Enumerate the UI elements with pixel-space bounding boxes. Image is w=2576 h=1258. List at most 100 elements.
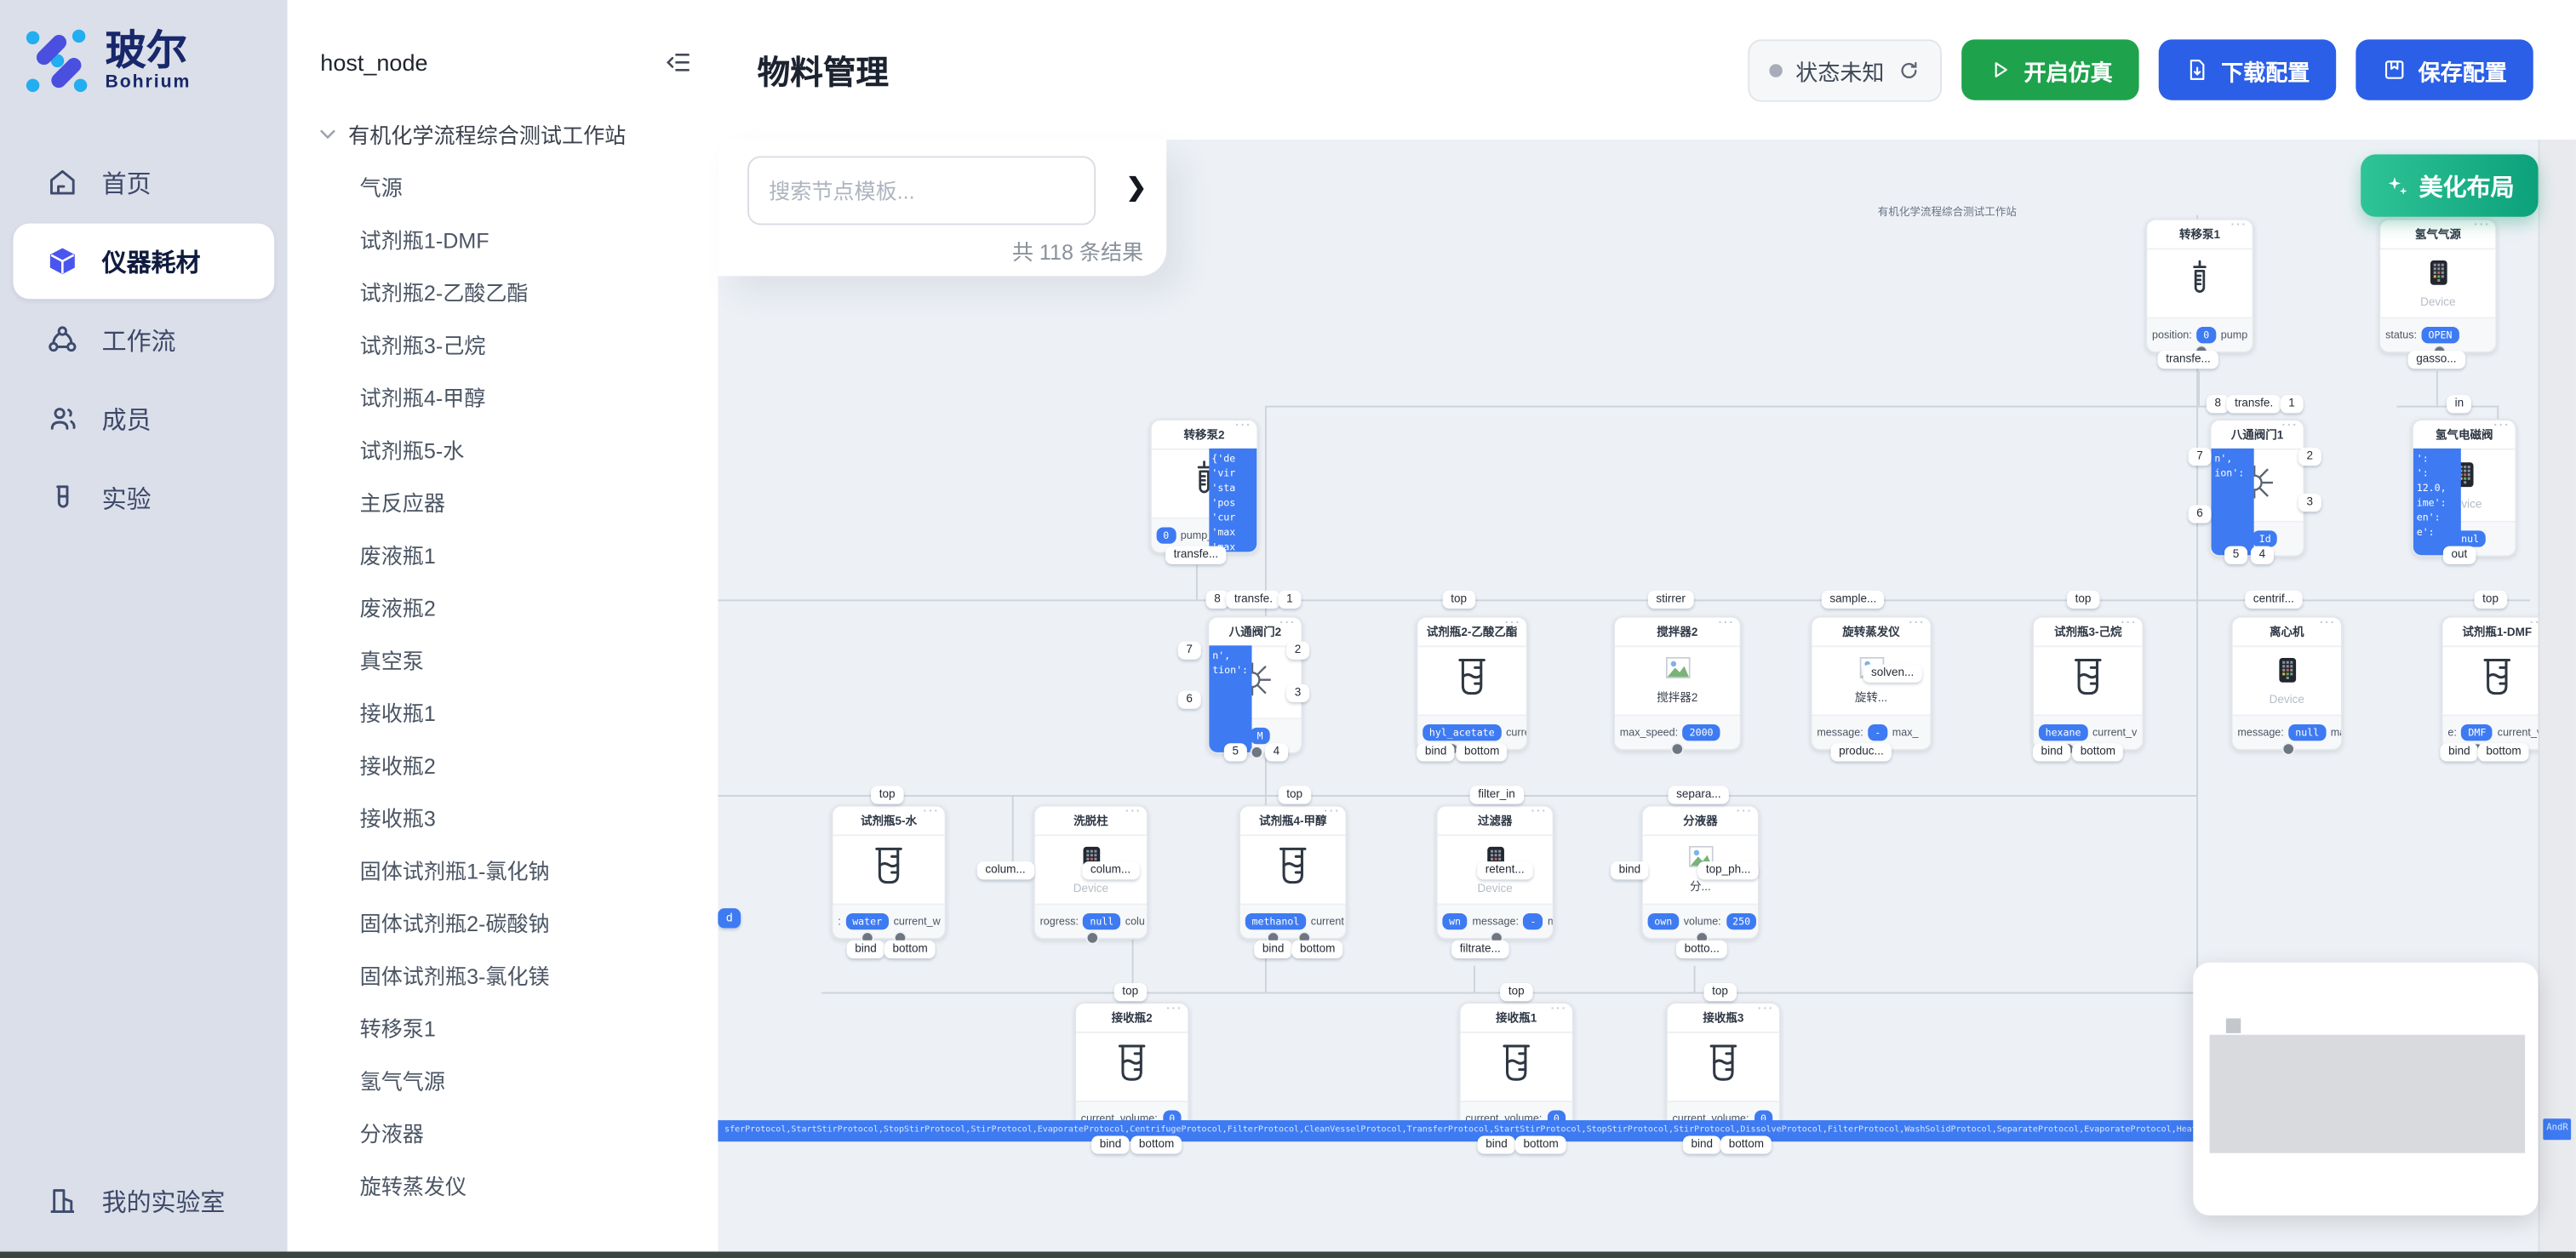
port-label[interactable]: 1 [2281, 395, 2304, 413]
tree-item[interactable]: 接收瓶1 [288, 689, 718, 741]
node-menu-icon[interactable]: ··· [1909, 618, 1925, 630]
search-input[interactable] [747, 156, 1096, 225]
node-transfer-pump-1[interactable]: 转移泵1···position:0pump [2145, 219, 2253, 353]
node-reagent-2[interactable]: 试剂瓶2-乙酸乙酯···hyl_acetatecurre [1416, 616, 1527, 751]
sidebar-item-experiment[interactable]: 实验 [13, 460, 274, 535]
node-menu-icon[interactable]: ··· [2121, 618, 2137, 630]
sidebar-item-home[interactable]: 首页 [13, 145, 274, 220]
port-dot[interactable] [1085, 931, 1098, 944]
port-label[interactable]: bottom [1515, 1135, 1567, 1153]
node-menu-icon[interactable]: ··· [1125, 807, 1142, 819]
port-label[interactable]: bind [1611, 861, 1649, 879]
tree-item[interactable]: 试剂瓶2-乙酸乙酯 [288, 268, 718, 321]
port-label[interactable]: top [1114, 983, 1147, 1001]
refresh-icon[interactable] [1898, 59, 1921, 82]
port-label[interactable]: 1 [1278, 591, 1301, 609]
node-valve-1[interactable]: 八通阀门1···status:Idn', ion': [2210, 419, 2305, 557]
port-label[interactable]: bind [2033, 743, 2071, 761]
port-dot[interactable] [1671, 742, 1684, 755]
status-pill[interactable]: 状态未知 [1748, 38, 1942, 100]
port-label[interactable]: bind [1254, 941, 1292, 958]
port-label[interactable]: top [1703, 983, 1736, 1001]
tree-item[interactable]: 真空泵 [288, 636, 718, 689]
node-receiver-1[interactable]: 接收瓶1···current_volume:0 [1459, 1002, 1574, 1136]
sidebar-item-workflow[interactable]: 工作流 [13, 302, 274, 378]
port-label[interactable]: top [1443, 591, 1475, 609]
node-menu-icon[interactable]: ··· [1279, 618, 1296, 630]
node-menu-icon[interactable]: ··· [2320, 618, 2336, 630]
sidebar-item-members[interactable]: 成员 [13, 381, 274, 457]
tree-item[interactable]: 接收瓶3 [288, 793, 718, 846]
save-config-button[interactable]: 保存配置 [2356, 39, 2533, 100]
port-label[interactable]: bottom [1291, 941, 1343, 958]
node-reagent-1[interactable]: 试剂瓶1-DMF···e:DMFcurrent_vol [2441, 616, 2553, 751]
port-label[interactable]: separa... [1668, 786, 1729, 803]
tree-item[interactable]: 转移泵1 [288, 1004, 718, 1056]
value-badge[interactable]: d [718, 908, 741, 928]
port-label[interactable]: colum... [1082, 861, 1139, 879]
node-centrifuge[interactable]: 离心机···Devicemessage:nullma [2231, 616, 2343, 751]
tree-item[interactable]: 固体试剂瓶1-氯化钠 [288, 846, 718, 899]
tree-item[interactable]: 废液瓶2 [288, 583, 718, 636]
port-label[interactable]: bind [2440, 743, 2478, 761]
port-dot[interactable] [2281, 742, 2294, 755]
port-label[interactable]: top [1279, 786, 1311, 803]
tree-item[interactable]: 固体试剂瓶2-碳酸钠 [288, 899, 718, 952]
port-label[interactable]: 2 [1286, 642, 1309, 660]
port-label[interactable]: 6 [1178, 690, 1201, 708]
node-menu-icon[interactable]: ··· [1235, 420, 1251, 432]
tree-item[interactable]: 氢气气源 [288, 1056, 718, 1109]
node-receiver-3[interactable]: 接收瓶3···current_volume:0 [1666, 1002, 1781, 1136]
node-menu-icon[interactable]: ··· [2231, 220, 2247, 232]
port-label[interactable]: solven... [1863, 665, 1922, 683]
port-label[interactable]: colum... [977, 861, 1034, 879]
node-menu-icon[interactable]: ··· [2474, 220, 2490, 232]
tree-item[interactable]: 试剂瓶1-DMF [288, 215, 718, 268]
port-label[interactable]: bind [1478, 1135, 1516, 1153]
port-label[interactable]: botto... [1676, 941, 1728, 958]
node-menu-icon[interactable]: ··· [2493, 420, 2510, 432]
port-label[interactable]: 7 [1178, 642, 1201, 660]
node-reagent-3[interactable]: 试剂瓶3-己烷···hexanecurrent_v [2032, 616, 2144, 751]
flow-canvas[interactable]: 有机化学流程综合测试工作站 sferProtocol,StartStirProt… [718, 140, 2576, 1251]
tree-item[interactable]: 试剂瓶3-己烷 [288, 320, 718, 373]
download-config-button[interactable]: 下载配置 [2159, 39, 2336, 100]
port-label[interactable]: 6 [2189, 505, 2212, 523]
start-simulation-button[interactable]: 开启仿真 [1961, 39, 2138, 100]
node-menu-icon[interactable]: ··· [1324, 807, 1340, 819]
port-label[interactable]: 2 [2298, 448, 2321, 466]
port-label[interactable]: stirrer [1648, 591, 1694, 609]
tree-item[interactable]: 旋转蒸发仪 [288, 1161, 718, 1214]
sidebar-item-my-lab[interactable]: 我的实验室 [13, 1163, 274, 1238]
collapse-panel-icon[interactable] [666, 49, 692, 76]
port-label[interactable]: top [1500, 983, 1532, 1001]
port-label[interactable]: bottom [1131, 1135, 1182, 1153]
port-label[interactable]: bind [1683, 1135, 1721, 1153]
tree-item[interactable]: 试剂瓶4-甲醇 [288, 373, 718, 426]
beautify-layout-button[interactable]: 美化布局 [2361, 154, 2538, 216]
tree-item[interactable]: 主反应器 [288, 478, 718, 531]
port-label[interactable]: 4 [1265, 743, 1288, 761]
tree-item[interactable]: 分液器 [288, 1109, 718, 1162]
port-label[interactable]: filter_in [1470, 786, 1524, 803]
port-label[interactable]: bottom [2478, 743, 2530, 761]
node-menu-icon[interactable]: ··· [924, 807, 940, 819]
tree-item[interactable]: 试剂瓶5-水 [288, 426, 718, 478]
tree-item[interactable]: 废液瓶1 [288, 530, 718, 583]
node-menu-icon[interactable]: ··· [1737, 807, 1753, 819]
port-label[interactable]: top_ph... [1697, 861, 1759, 879]
port-label[interactable]: top [871, 786, 903, 803]
node-menu-icon[interactable]: ··· [1531, 807, 1548, 819]
node-menu-icon[interactable]: ··· [1166, 1004, 1182, 1015]
port-label[interactable]: top [2475, 591, 2507, 609]
port-label[interactable]: out [2443, 546, 2476, 564]
port-label[interactable]: retent... [1477, 861, 1532, 879]
tree-item[interactable]: 固体试剂瓶3-氯化镁 [288, 951, 718, 1004]
port-label[interactable]: 3 [2298, 494, 2321, 512]
node-reagent-5[interactable]: 试剂瓶5-水···:watercurrent_w [831, 805, 946, 940]
sidebar-item-cube[interactable]: 仪器耗材 [13, 223, 274, 299]
node-menu-icon[interactable]: ··· [2281, 420, 2298, 432]
port-label[interactable]: bind [847, 941, 885, 958]
node-menu-icon[interactable]: ··· [1505, 618, 1521, 630]
expand-arrow-icon[interactable]: ❯ [1126, 173, 1147, 203]
